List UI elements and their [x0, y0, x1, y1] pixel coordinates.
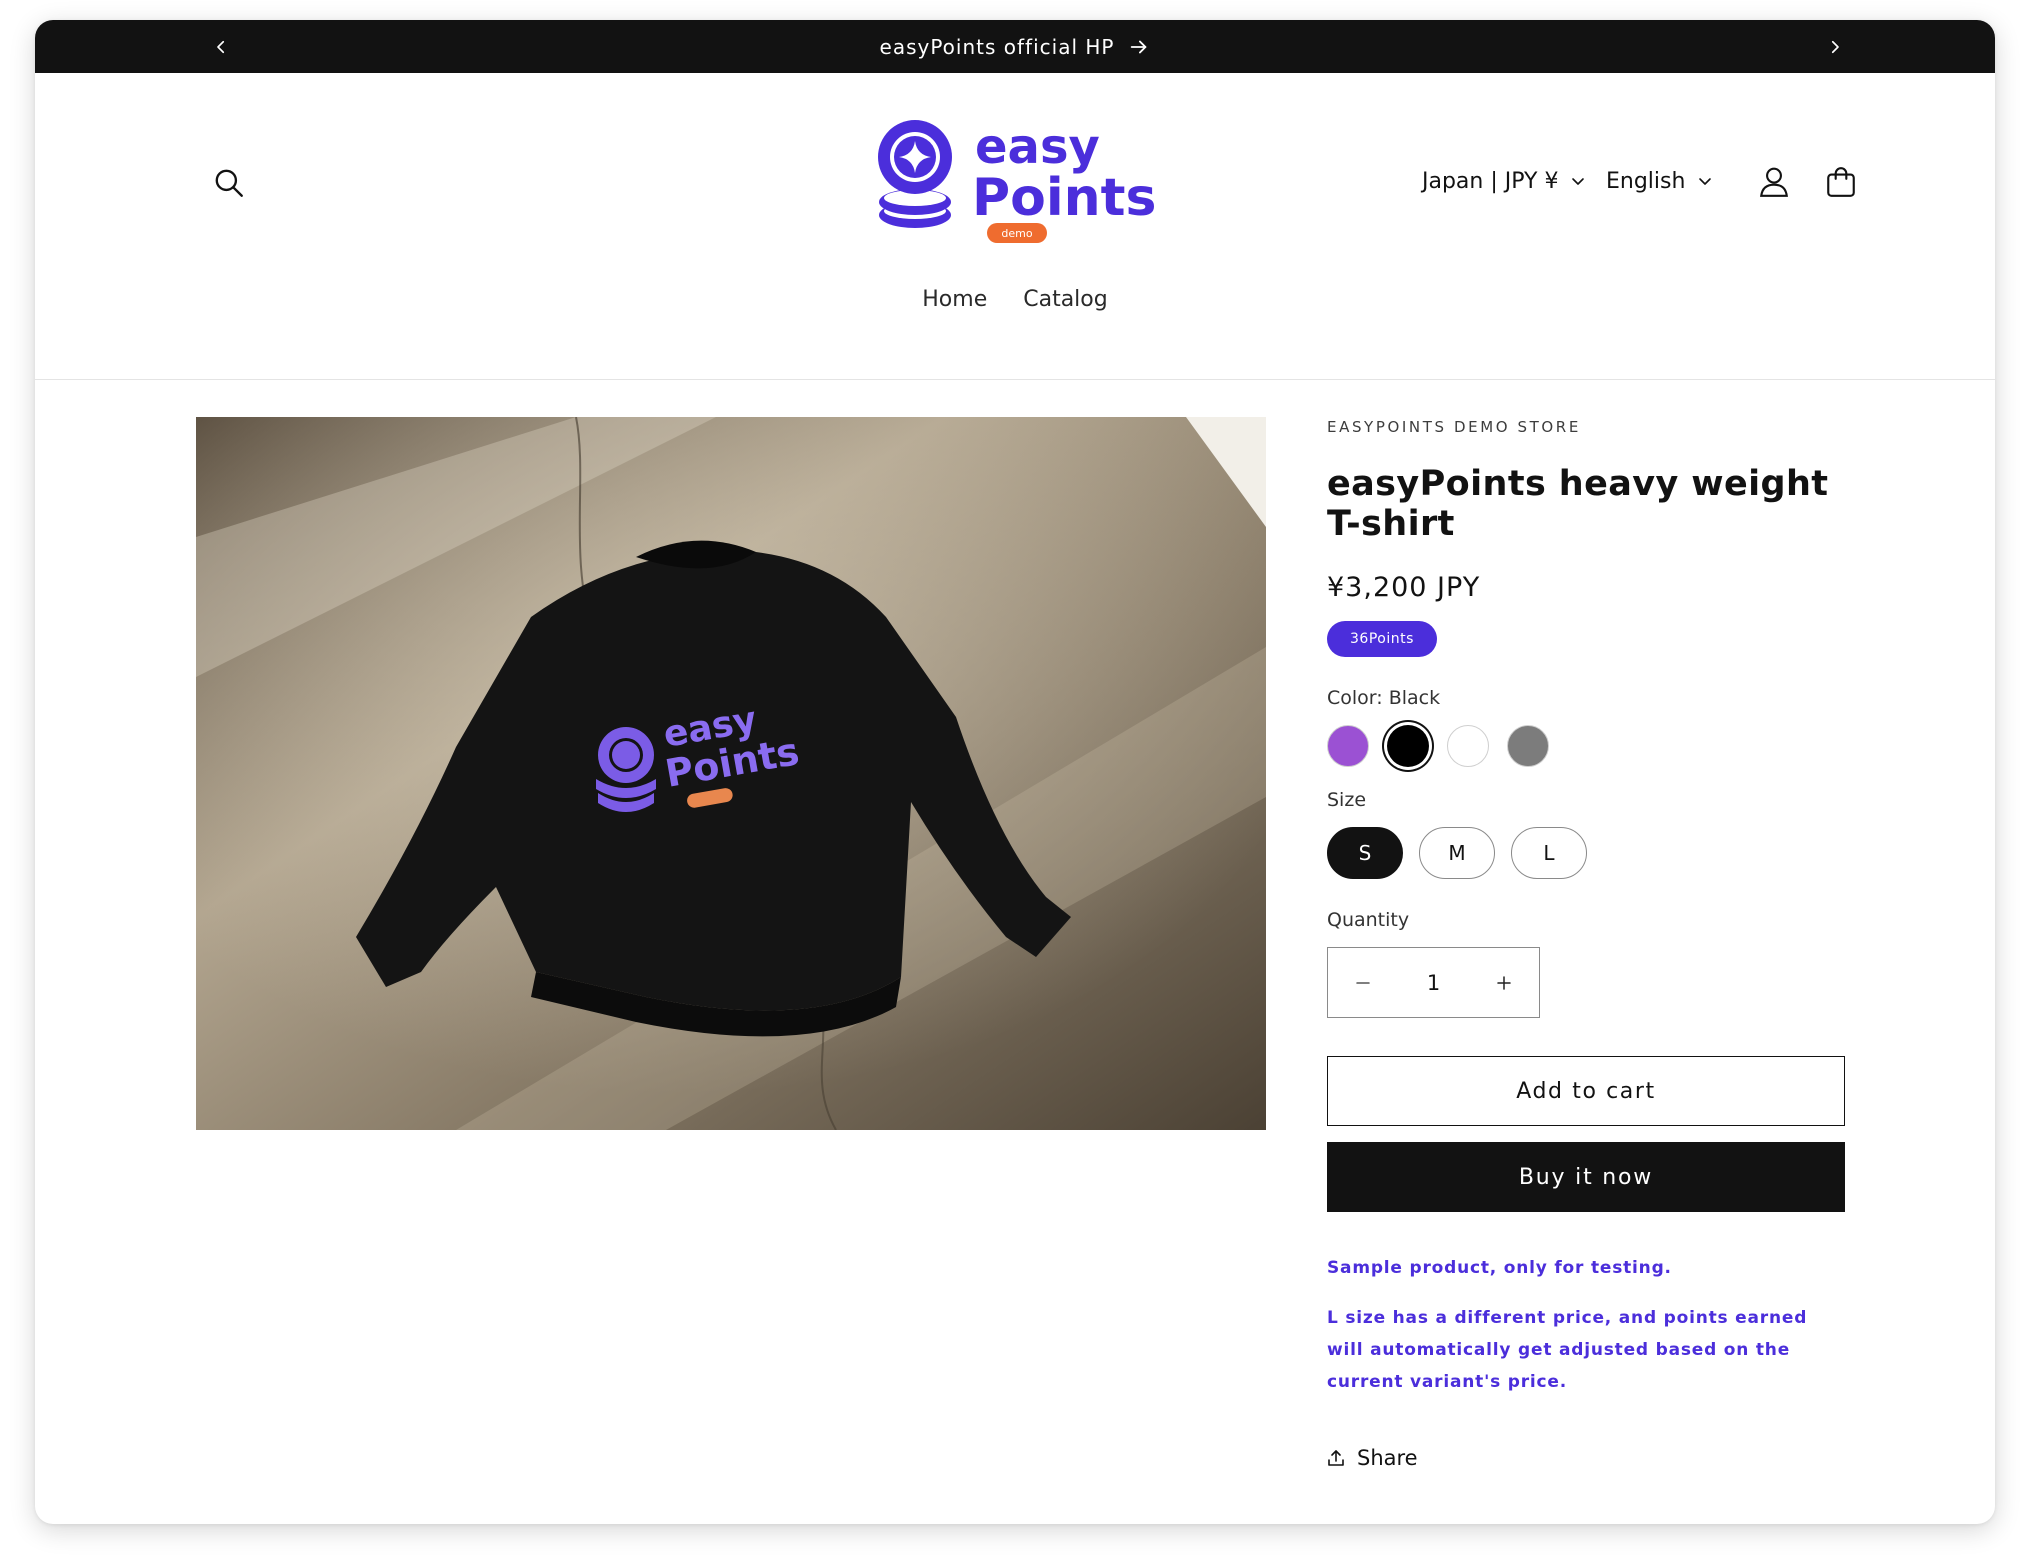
- product-info: EASYPOINTS DEMO STORE easyPoints heavy w…: [1327, 417, 1845, 1470]
- store-logo[interactable]: easy Points demo: [877, 111, 1167, 251]
- chevron-down-icon: [1699, 178, 1712, 185]
- product-image[interactable]: easy Points: [196, 417, 1266, 1130]
- minus-icon[interactable]: [1328, 948, 1398, 1017]
- share-button[interactable]: Share: [1327, 1446, 1447, 1470]
- plus-icon[interactable]: [1469, 948, 1539, 1017]
- arrow-right-icon: [1131, 40, 1147, 53]
- size-label: Size: [1327, 789, 1367, 811]
- swatch-black[interactable]: [1387, 725, 1429, 767]
- share-icon: [1328, 1450, 1344, 1466]
- nav-item-catalog[interactable]: Catalog: [1023, 283, 1108, 316]
- cart-icon[interactable]: [1816, 157, 1866, 207]
- size-options: S M L: [1327, 827, 1845, 879]
- chevron-down-icon: [1572, 178, 1585, 185]
- site-header: easy Points demo Japan | JPY ¥ English H…: [35, 73, 1995, 380]
- product-title: easyPoints heavy weight T-shirt: [1327, 464, 1829, 544]
- quantity-label: Quantity: [1327, 909, 1410, 931]
- chevron-right-icon[interactable]: [1815, 20, 1855, 73]
- logo-text-line2: Points: [972, 168, 1157, 228]
- buy-now-button[interactable]: Buy it now: [1327, 1142, 1845, 1212]
- main-nav: Home Catalog: [35, 283, 1995, 316]
- points-badge: 36Points: [1327, 621, 1437, 657]
- size-option-s[interactable]: S: [1327, 827, 1403, 879]
- nav-item-home[interactable]: Home: [922, 283, 987, 316]
- logo-demo-tag: demo: [1001, 227, 1032, 240]
- color-label: Color: Black: [1327, 687, 1441, 709]
- swatch-purple[interactable]: [1327, 725, 1369, 767]
- size-option-m[interactable]: M: [1419, 827, 1495, 879]
- product-price: ¥3,200 JPY: [1327, 572, 1481, 603]
- language-selector-label: English: [1606, 168, 1686, 194]
- quantity-input[interactable]: [1403, 970, 1464, 995]
- swatch-white[interactable]: [1447, 725, 1489, 767]
- country-selector[interactable]: Japan | JPY ¥: [1422, 161, 1586, 201]
- coin-stack-icon: [878, 120, 952, 228]
- account-icon[interactable]: [1749, 157, 1799, 207]
- announcement-link[interactable]: easyPoints official HP: [35, 20, 1995, 73]
- announcement-text: easyPoints official HP: [879, 34, 1115, 59]
- color-swatches: [1327, 725, 1845, 767]
- share-label: Share: [1357, 1446, 1418, 1470]
- description-line-1: Sample product, only for testing.: [1327, 1258, 1672, 1278]
- announcement-bar: easyPoints official HP: [35, 20, 1995, 73]
- add-to-cart-button[interactable]: Add to cart: [1327, 1056, 1845, 1126]
- search-icon[interactable]: [204, 158, 254, 208]
- product-vendor: EASYPOINTS DEMO STORE: [1327, 418, 1581, 436]
- quantity-stepper: [1327, 947, 1540, 1018]
- store-window: easyPoints official HP easy Points demo …: [35, 20, 1995, 1524]
- description-line-2: L size has a different price, and points…: [1327, 1308, 1808, 1392]
- swatch-gray[interactable]: [1507, 725, 1549, 767]
- product-description: Sample product, only for testing. L size…: [1327, 1252, 1845, 1398]
- country-selector-label: Japan | JPY ¥: [1422, 168, 1559, 194]
- language-selector[interactable]: English: [1606, 161, 1713, 201]
- size-option-l[interactable]: L: [1511, 827, 1587, 879]
- logo-text-line1: easy: [975, 119, 1100, 175]
